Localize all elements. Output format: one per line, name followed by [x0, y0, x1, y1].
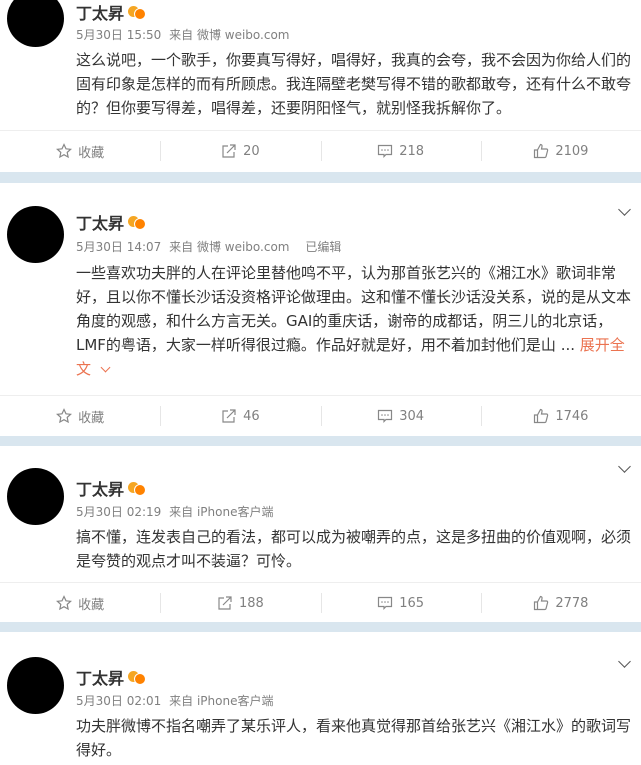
post-date[interactable]: 5月30日 15:50	[76, 28, 161, 42]
verified-badge-icon	[128, 481, 147, 496]
repost-button[interactable]: 46	[160, 396, 320, 436]
comment-icon	[378, 144, 393, 158]
post-meta: 5月30日 14:07 来自 微博 weibo.com 已编辑	[76, 238, 345, 255]
action-bar: 收藏 188 165 2778	[0, 583, 641, 623]
author-name[interactable]: 丁太昇	[76, 665, 124, 689]
post-source: 来自 iPhone客户端	[169, 505, 274, 519]
repost-button[interactable]: 188	[160, 583, 320, 623]
like-count: 2109	[555, 143, 589, 159]
repost-button[interactable]: 20	[160, 131, 320, 171]
avatar[interactable]	[7, 657, 64, 714]
action-bar: 收藏 46 304 1746	[0, 396, 641, 436]
comment-count: 304	[399, 408, 425, 424]
chevron-down-icon[interactable]	[618, 460, 631, 473]
like-button[interactable]: 1746	[480, 396, 641, 436]
repost-count: 46	[243, 408, 260, 424]
like-button[interactable]: 2778	[480, 583, 641, 623]
share-icon	[222, 144, 236, 158]
comment-count: 165	[399, 595, 425, 611]
comment-icon	[378, 596, 393, 610]
verified-badge-icon	[128, 670, 147, 685]
favorite-label: 收藏	[78, 145, 105, 161]
author-name[interactable]: 丁太昇	[76, 210, 124, 234]
post-date[interactable]: 5月30日 14:07	[76, 240, 161, 254]
like-count: 2778	[555, 595, 589, 611]
chevron-down-icon	[100, 362, 111, 373]
share-icon	[218, 596, 232, 610]
chevron-down-icon[interactable]	[618, 203, 631, 216]
star-icon	[56, 408, 73, 424]
comment-count: 218	[399, 143, 425, 159]
post-meta: 5月30日 02:01 来自 iPhone客户端	[76, 692, 277, 709]
share-icon	[222, 409, 236, 423]
favorite-label: 收藏	[78, 410, 105, 426]
star-icon	[56, 143, 73, 159]
post-meta: 5月30日 02:19 来自 iPhone客户端	[76, 503, 277, 520]
thumbs-up-icon	[534, 595, 549, 611]
verified-badge-icon	[128, 215, 147, 230]
post-text-body: 一些喜欢功夫胖的人在评论里替他鸣不平，认为那首张艺兴的《湘江水》歌词非常好，且以…	[76, 264, 632, 354]
favorite-button[interactable]: 收藏	[0, 583, 160, 623]
chevron-down-icon[interactable]	[618, 655, 631, 668]
author-name[interactable]: 丁太昇	[76, 0, 124, 24]
post-separator	[0, 436, 641, 446]
comment-button[interactable]: 218	[320, 131, 481, 171]
post-text: 功夫胖微博不指名嘲弄了某乐评人，看来他真觉得那首给张艺兴《湘江水》的歌词写得好。	[76, 717, 632, 759]
avatar[interactable]	[7, 0, 64, 47]
post-separator	[0, 172, 641, 182]
weibo-post: 丁太昇 5月30日 02:01 来自 iPhone客户端 功夫胖微博不指名嘲弄了…	[0, 632, 641, 765]
weibo-post: 丁太昇 5月30日 15:50 来自 微博 weibo.com 这么说吧，一个歌…	[0, 0, 641, 172]
post-meta: 5月30日 15:50 来自 微博 weibo.com	[76, 26, 294, 43]
post-text: 搞不懂，连发表自己的看法，都可以成为被嘲弄的点，这是多扭曲的价值观啊，必须是夸赞…	[76, 528, 632, 570]
post-date[interactable]: 5月30日 02:01	[76, 694, 161, 708]
comment-button[interactable]: 165	[320, 583, 481, 623]
action-bar: 收藏 20 218 2109	[0, 131, 641, 171]
star-icon	[56, 595, 73, 611]
weibo-post: 丁太昇 5月30日 02:19 来自 iPhone客户端 搞不懂，连发表自己的看…	[0, 446, 641, 622]
post-text: 这么说吧，一个歌手，你要真写得好，唱得好，我真的会夸，我不会因为你给人们的固有印…	[76, 51, 632, 117]
favorite-button[interactable]: 收藏	[0, 396, 160, 436]
author-name[interactable]: 丁太昇	[76, 476, 124, 500]
post-separator	[0, 622, 641, 632]
avatar[interactable]	[7, 468, 64, 525]
post-source: 来自 微博 weibo.com	[169, 28, 290, 42]
comment-button[interactable]: 304	[320, 396, 481, 436]
post-source: 来自 微博 weibo.com	[169, 240, 290, 254]
favorite-button[interactable]: 收藏	[0, 131, 160, 171]
post-date[interactable]: 5月30日 02:19	[76, 505, 161, 519]
weibo-post: 丁太昇 5月30日 14:07 来自 微博 weibo.com 已编辑 一些喜欢…	[0, 183, 641, 436]
favorite-label: 收藏	[78, 597, 105, 613]
repost-count: 188	[238, 595, 264, 611]
thumbs-up-icon	[534, 143, 549, 159]
comment-icon	[378, 409, 393, 423]
avatar[interactable]	[7, 206, 64, 263]
edited-label: 已编辑	[305, 240, 342, 254]
repost-count: 20	[243, 143, 260, 159]
thumbs-up-icon	[534, 408, 549, 424]
like-count: 1746	[555, 408, 589, 424]
like-button[interactable]: 2109	[480, 131, 641, 171]
post-source: 来自 iPhone客户端	[169, 694, 274, 708]
verified-badge-icon	[128, 5, 147, 20]
post-text: 一些喜欢功夫胖的人在评论里替他鸣不平，认为那首张艺兴的《湘江水》歌词非常好，且以…	[76, 261, 636, 381]
